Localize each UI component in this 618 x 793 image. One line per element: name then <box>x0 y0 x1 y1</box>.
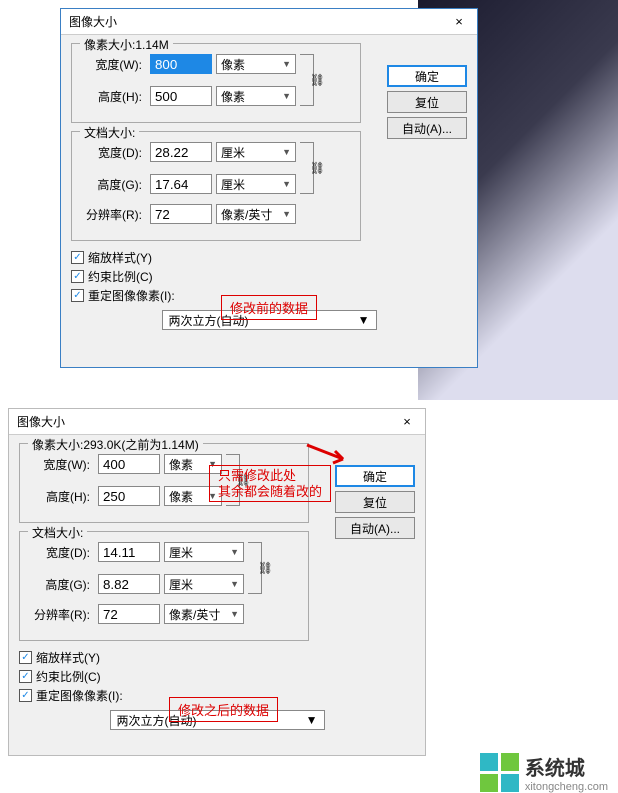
chain-icon[interactable]: ⛓ <box>310 73 325 87</box>
dialog-title: 图像大小 <box>69 13 117 30</box>
chain-icon[interactable]: ⛓ <box>310 161 325 175</box>
link-bracket: ⛓ <box>248 542 262 594</box>
link-bracket: ⛓ <box>300 54 314 106</box>
scale-styles-checkbox-row[interactable]: ✓ 缩放样式(Y) <box>71 249 467 266</box>
reset-button[interactable]: 复位 <box>387 91 467 113</box>
constrain-proportions-checkbox-row[interactable]: ✓ 约束比例(C) <box>19 668 415 685</box>
close-button[interactable]: × <box>449 14 469 30</box>
auto-button[interactable]: 自动(A)... <box>387 117 467 139</box>
resolution-label: 分辨率(R): <box>80 206 142 223</box>
doc-height-unit-select[interactable]: 厘米▼ <box>164 574 244 594</box>
resolution-unit-select[interactable]: 像素/英寸▼ <box>164 604 244 624</box>
checkbox-checked-icon: ✓ <box>19 651 32 664</box>
resample-label: 重定图像像素(I): <box>88 287 175 304</box>
chevron-down-icon: ▼ <box>282 209 291 219</box>
doc-width-input[interactable] <box>98 542 160 562</box>
ok-button[interactable]: 确定 <box>387 65 467 87</box>
height-label: 高度(H): <box>80 88 142 105</box>
resolution-label: 分辨率(R): <box>28 606 90 623</box>
doc-height-label: 高度(G): <box>80 176 142 193</box>
checkbox-checked-icon: ✓ <box>71 289 84 302</box>
titlebar: 图像大小 × <box>61 9 477 35</box>
logo-text-main: 系统城 <box>525 752 608 781</box>
pixel-size-legend: 像素大小:1.14M <box>80 36 173 53</box>
chevron-down-icon: ▼ <box>230 609 239 619</box>
width-input[interactable] <box>98 454 160 474</box>
auto-button[interactable]: 自动(A)... <box>335 517 415 539</box>
constrain-label: 约束比例(C) <box>88 268 153 285</box>
doc-width-label: 宽度(D): <box>28 544 90 561</box>
close-button[interactable]: × <box>397 414 417 430</box>
image-size-dialog-before: 图像大小 × 像素大小:1.14M 宽度(W): 像素▼ 高度(H): 像素▼ <box>60 8 478 368</box>
width-unit-select[interactable]: 像素▼ <box>216 54 296 74</box>
chevron-down-icon: ▼ <box>282 59 291 69</box>
resolution-input[interactable] <box>98 604 160 624</box>
doc-width-unit-select[interactable]: 厘米▼ <box>164 542 244 562</box>
reset-button[interactable]: 复位 <box>335 491 415 513</box>
height-input[interactable] <box>98 486 160 506</box>
chevron-down-icon: ▼ <box>230 579 239 589</box>
scale-styles-label: 缩放样式(Y) <box>36 649 100 666</box>
height-unit-select[interactable]: 像素▼ <box>216 86 296 106</box>
chevron-down-icon: ▼ <box>358 313 370 327</box>
width-input[interactable] <box>150 54 212 74</box>
constrain-proportions-checkbox-row[interactable]: ✓ 约束比例(C) <box>71 268 467 285</box>
red-arrow-icon <box>305 443 355 471</box>
width-label: 宽度(W): <box>80 56 142 73</box>
height-label: 高度(H): <box>28 488 90 505</box>
annotation-after: 修改之后的数据 <box>169 697 278 722</box>
chain-icon[interactable]: ⛓ <box>258 561 273 575</box>
doc-height-unit-select[interactable]: 厘米▼ <box>216 174 296 194</box>
checkbox-checked-icon: ✓ <box>71 270 84 283</box>
resolution-unit-select[interactable]: 像素/英寸▼ <box>216 204 296 224</box>
image-size-dialog-after: 图像大小 × 像素大小:293.0K(之前为1.14M) 宽度(W): 像素▼ … <box>8 408 426 756</box>
resolution-input[interactable] <box>150 204 212 224</box>
doc-size-legend: 文档大小: <box>80 124 139 141</box>
annotation-before: 修改前的数据 <box>221 295 317 320</box>
pixel-size-legend: 像素大小:293.0K(之前为1.14M) <box>28 436 203 453</box>
logo-icon <box>480 753 519 792</box>
site-logo: 系统城 xitongcheng.com <box>480 752 608 793</box>
logo-text-sub: xitongcheng.com <box>525 781 608 793</box>
resample-label: 重定图像像素(I): <box>36 687 123 704</box>
doc-size-legend: 文档大小: <box>28 524 87 541</box>
doc-width-label: 宽度(D): <box>80 144 142 161</box>
chevron-down-icon: ▼ <box>230 547 239 557</box>
doc-height-input[interactable] <box>98 574 160 594</box>
checkbox-checked-icon: ✓ <box>19 689 32 702</box>
doc-width-unit-select[interactable]: 厘米▼ <box>216 142 296 162</box>
chevron-down-icon: ▼ <box>306 713 318 727</box>
constrain-label: 约束比例(C) <box>36 668 101 685</box>
height-input[interactable] <box>150 86 212 106</box>
chevron-down-icon: ▼ <box>282 91 291 101</box>
scale-styles-label: 缩放样式(Y) <box>88 249 152 266</box>
dialog-title: 图像大小 <box>17 413 65 430</box>
scale-styles-checkbox-row[interactable]: ✓ 缩放样式(Y) <box>19 649 415 666</box>
doc-height-input[interactable] <box>150 174 212 194</box>
doc-width-input[interactable] <box>150 142 212 162</box>
chevron-down-icon: ▼ <box>282 179 291 189</box>
link-bracket: ⛓ <box>300 142 314 194</box>
titlebar: 图像大小 × <box>9 409 425 435</box>
width-label: 宽度(W): <box>28 456 90 473</box>
checkbox-checked-icon: ✓ <box>71 251 84 264</box>
checkbox-checked-icon: ✓ <box>19 670 32 683</box>
doc-height-label: 高度(G): <box>28 576 90 593</box>
chevron-down-icon: ▼ <box>282 147 291 157</box>
